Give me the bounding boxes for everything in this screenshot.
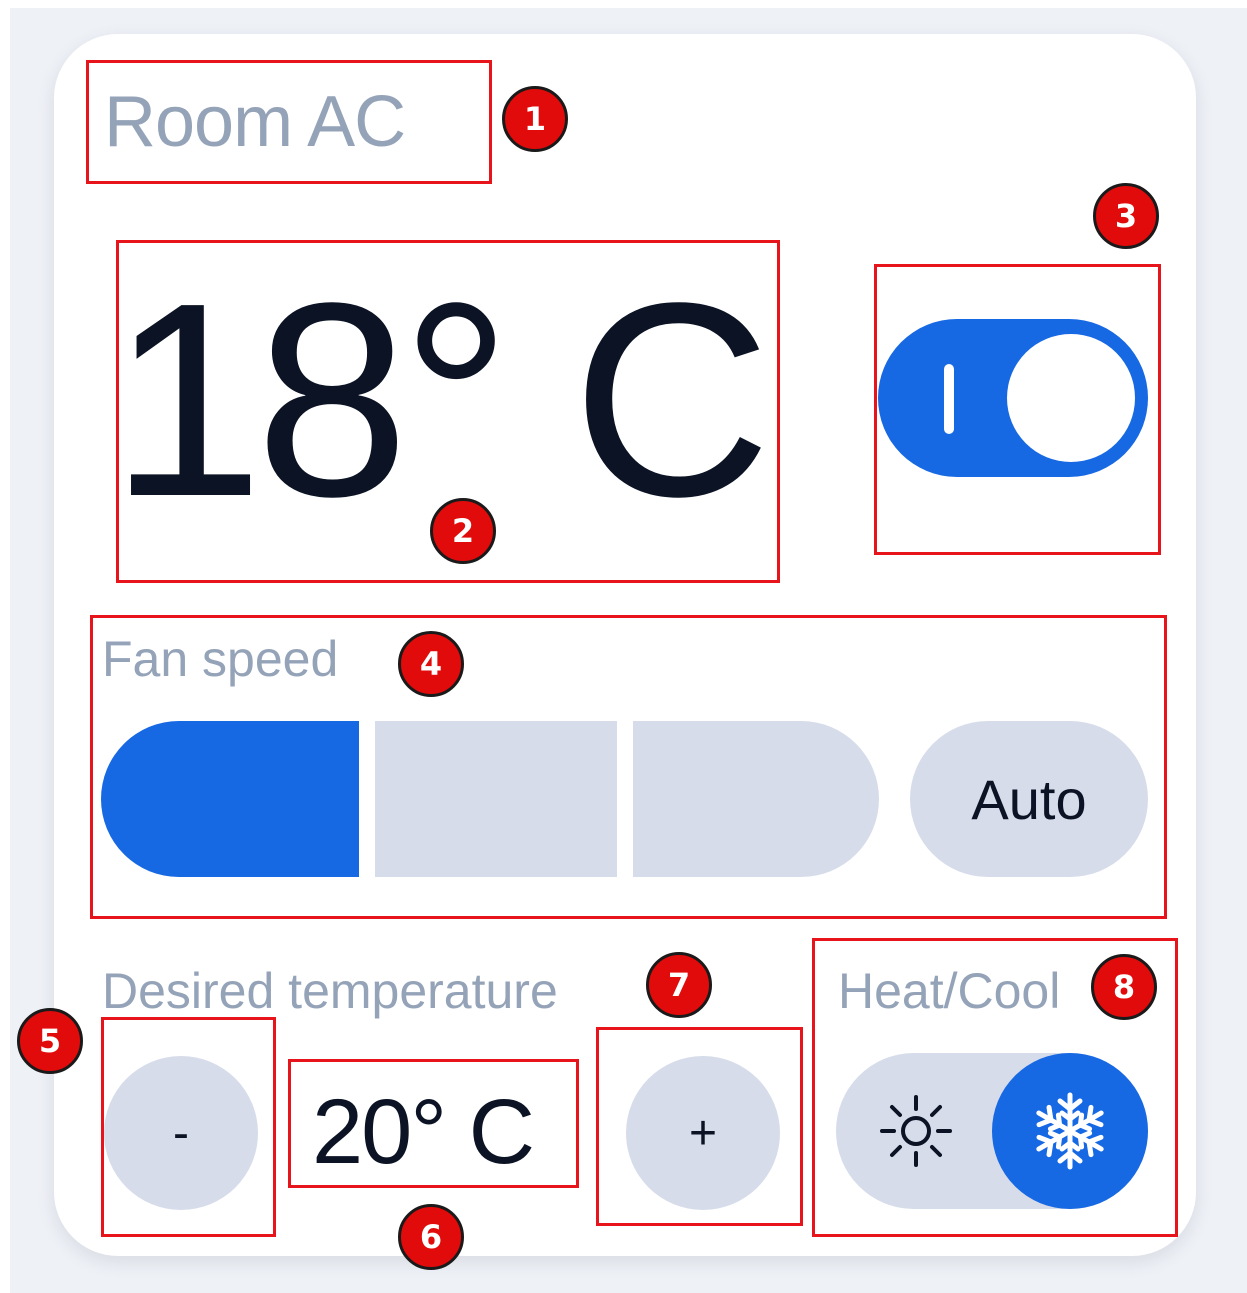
annotation-box-5	[101, 1017, 276, 1237]
annotation-marker-7: 7	[646, 952, 712, 1018]
desired-temperature-label: Desired temperature	[102, 963, 558, 1019]
annotation-marker-6: 6	[398, 1204, 464, 1270]
annotation-box-7	[596, 1027, 803, 1226]
annotation-marker-8: 8	[1091, 954, 1157, 1020]
annotation-marker-1: 1	[502, 86, 568, 152]
annotation-box-3	[874, 264, 1161, 555]
annotation-marker-4: 4	[398, 631, 464, 697]
annotation-box-4	[90, 615, 1167, 919]
annotation-marker-5: 5	[17, 1008, 83, 1074]
annotation-box-1	[86, 60, 492, 184]
annotation-box-6	[288, 1059, 579, 1188]
annotation-marker-3: 3	[1093, 183, 1159, 249]
annotation-marker-2: 2	[430, 498, 496, 564]
